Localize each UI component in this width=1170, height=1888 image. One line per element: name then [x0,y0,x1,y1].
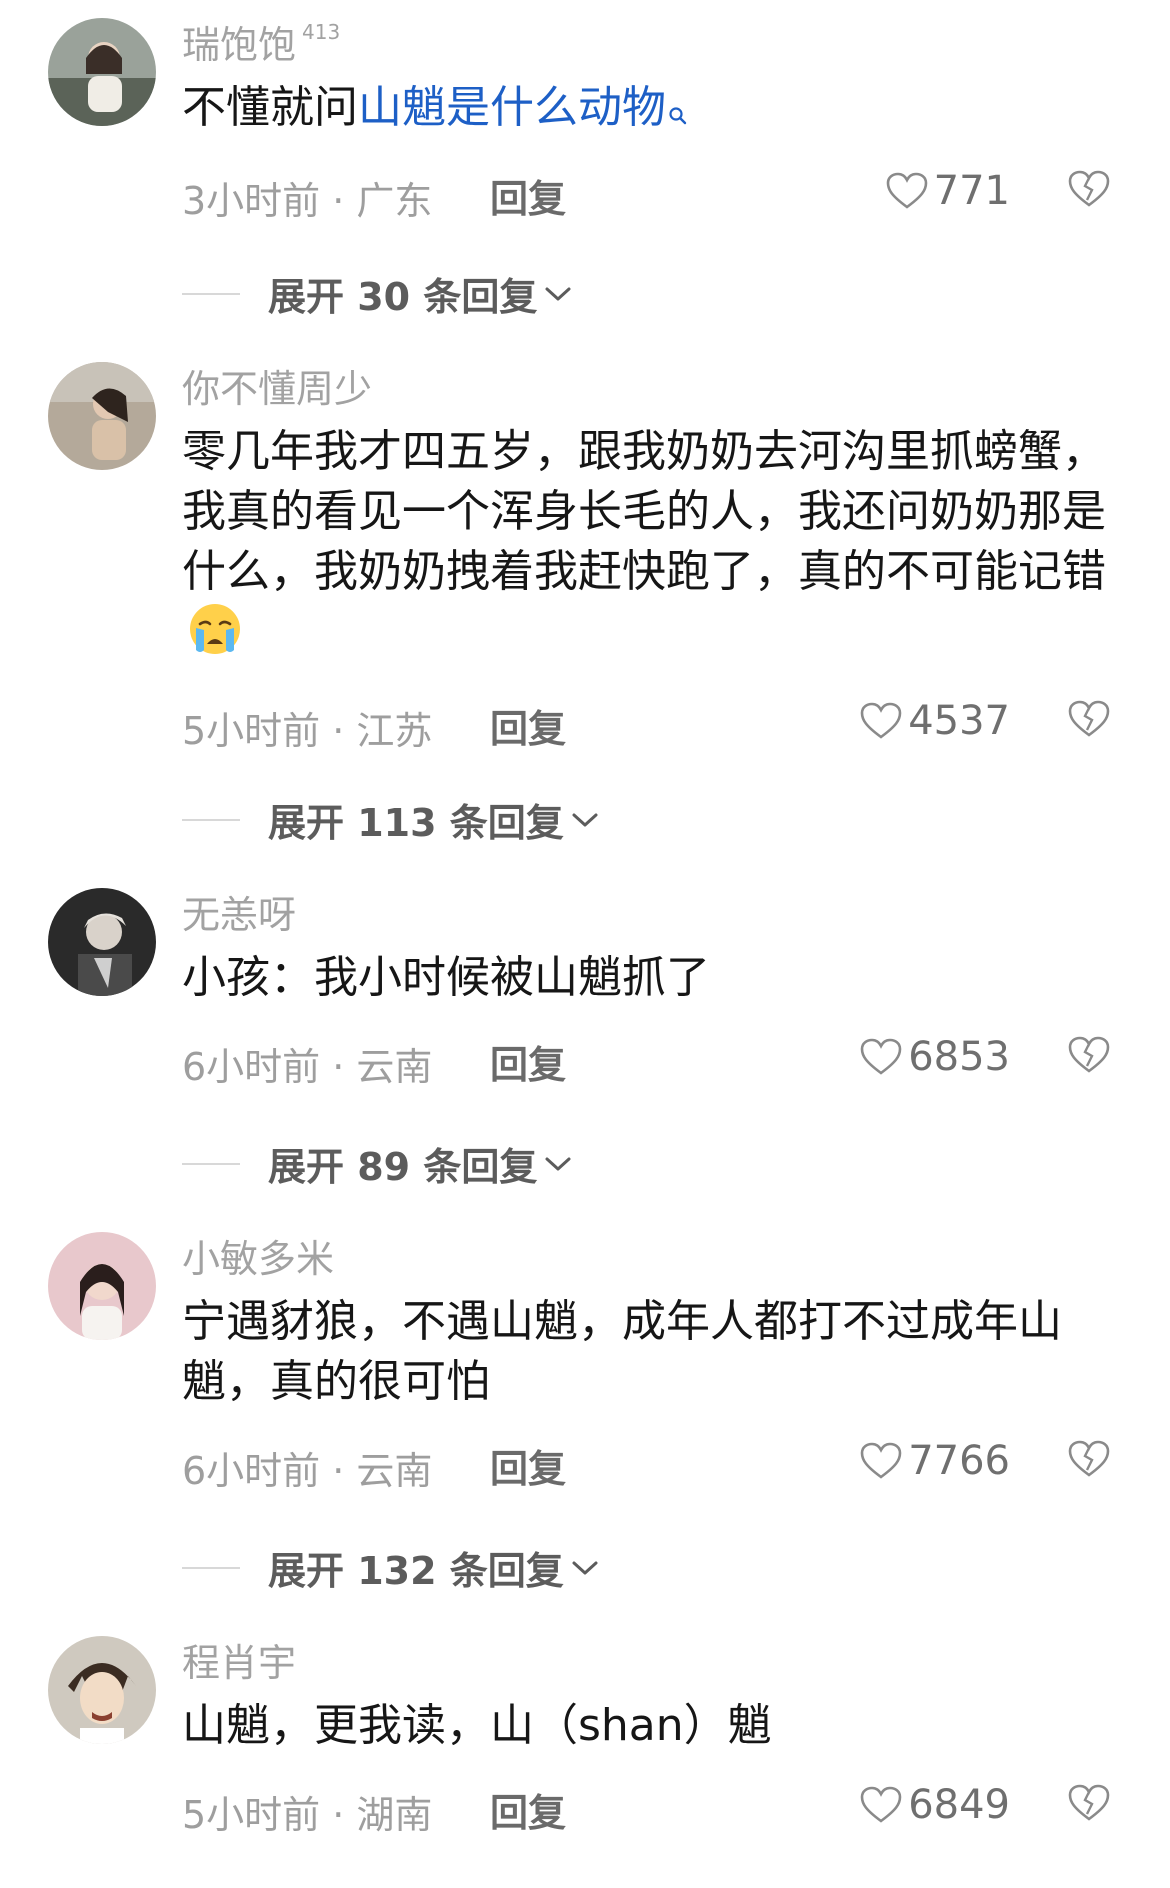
expand-replies-button[interactable]: 展开 89 条回复 [182,1136,573,1191]
user-badge: 413 [302,20,341,44]
broken-heart-icon [1068,1440,1110,1477]
search-link[interactable]: 山魈是什么动物 [358,82,666,133]
like-button[interactable]: 771 [886,168,1010,214]
comment-list: 瑞饱饱 413 不懂就问山魈是什么动物 3小时前 · 广东 回复 771 展开 … [0,0,1170,1888]
chevron-down-icon [545,1157,571,1170]
like-button[interactable]: 6849 [860,1782,1010,1828]
heart-outline-icon [860,1442,902,1479]
avatar[interactable] [48,18,156,126]
broken-heart-icon [1068,1784,1110,1821]
expand-replies-button[interactable]: 展开 113 条回复 [182,792,600,847]
comment-text: 山魈，更我读，山（shan）魈 [182,1696,1110,1756]
username[interactable]: 程肖宇 [182,1640,296,1686]
comment-text: 不懂就问山魈是什么动物 [182,78,1110,142]
avatar[interactable] [48,888,156,996]
like-button[interactable]: 6853 [860,1034,1010,1080]
divider [182,1566,240,1569]
expand-replies-button[interactable]: 展开 30 条回复 [182,266,573,321]
broken-heart-icon [1068,170,1110,207]
divider [182,1162,240,1165]
comment-text-content: 小孩：我小时候被山魈抓了 [182,952,710,1003]
reply-button[interactable]: 回复 [490,698,566,753]
heart-outline-icon [886,172,927,209]
dislike-button[interactable] [1068,700,1110,742]
expand-replies-label: 展开 30 条回复 [268,275,538,319]
username[interactable]: 你不懂周少 [182,366,372,412]
time-location: 5小时前 · 湖南 [182,1793,433,1837]
like-button[interactable]: 4537 [860,698,1010,744]
divider [182,818,240,821]
like-count: 7766 [908,1438,1010,1484]
comment-text: 小孩：我小时候被山魈抓了 [182,948,1110,1008]
dislike-button[interactable] [1068,1784,1110,1826]
like-button[interactable]: 7766 [860,1438,1010,1484]
heart-outline-icon [860,1786,902,1823]
broken-heart-icon [1068,700,1110,737]
like-count: 6849 [908,1782,1010,1828]
chevron-down-icon [545,287,571,300]
reply-button[interactable]: 回复 [490,168,566,223]
comment-text-plain: 不懂就问 [182,82,358,133]
comment-text: 零几年我才四五岁，跟我奶奶去河沟里抓螃蟹，我真的看见一个浑身长毛的人，我还问奶奶… [182,422,1110,672]
crying-face-icon [188,602,242,672]
comment-text: 宁遇豺狼，不遇山魈，成年人都打不过成年山魈，真的很可怕 [182,1292,1110,1412]
avatar[interactable] [48,1232,156,1340]
dislike-button[interactable] [1068,1440,1110,1482]
comment-text-content: 山魈，更我读，山（shan）魈 [182,1700,772,1751]
avatar[interactable] [48,1636,156,1744]
chevron-down-icon [572,1561,598,1574]
username[interactable]: 小敏多米 [182,1236,334,1282]
dislike-button[interactable] [1068,170,1110,212]
broken-heart-icon [1068,1036,1110,1073]
reply-button[interactable]: 回复 [490,1438,566,1493]
time-location: 5小时前 · 江苏 [182,709,433,753]
reply-button[interactable]: 回复 [490,1782,566,1837]
time-location: 6小时前 · 云南 [182,1449,433,1493]
chevron-down-icon [572,813,598,826]
heart-outline-icon [860,702,902,739]
heart-outline-icon [860,1038,902,1075]
comment-text-content: 宁遇豺狼，不遇山魈，成年人都打不过成年山魈，真的很可怕 [182,1296,1062,1407]
search-icon[interactable] [668,82,688,142]
like-count: 6853 [908,1034,1010,1080]
divider [182,292,240,295]
username[interactable]: 无恙呀 [182,892,296,938]
time-location: 6小时前 · 云南 [182,1045,433,1089]
time-location: 3小时前 · 广东 [182,179,433,223]
like-count: 4537 [908,698,1010,744]
comment-text-content: 零几年我才四五岁，跟我奶奶去河沟里抓螃蟹，我真的看见一个浑身长毛的人，我还问奶奶… [182,426,1106,597]
reply-button[interactable]: 回复 [490,1034,566,1089]
like-count: 771 [933,168,1010,214]
expand-replies-label: 展开 89 条回复 [268,1145,538,1189]
dislike-button[interactable] [1068,1036,1110,1078]
expand-replies-label: 展开 113 条回复 [268,801,564,845]
expand-replies-button[interactable]: 展开 132 条回复 [182,1540,600,1595]
avatar[interactable] [48,362,156,470]
username[interactable]: 瑞饱饱 [182,22,296,68]
expand-replies-label: 展开 132 条回复 [268,1549,564,1593]
